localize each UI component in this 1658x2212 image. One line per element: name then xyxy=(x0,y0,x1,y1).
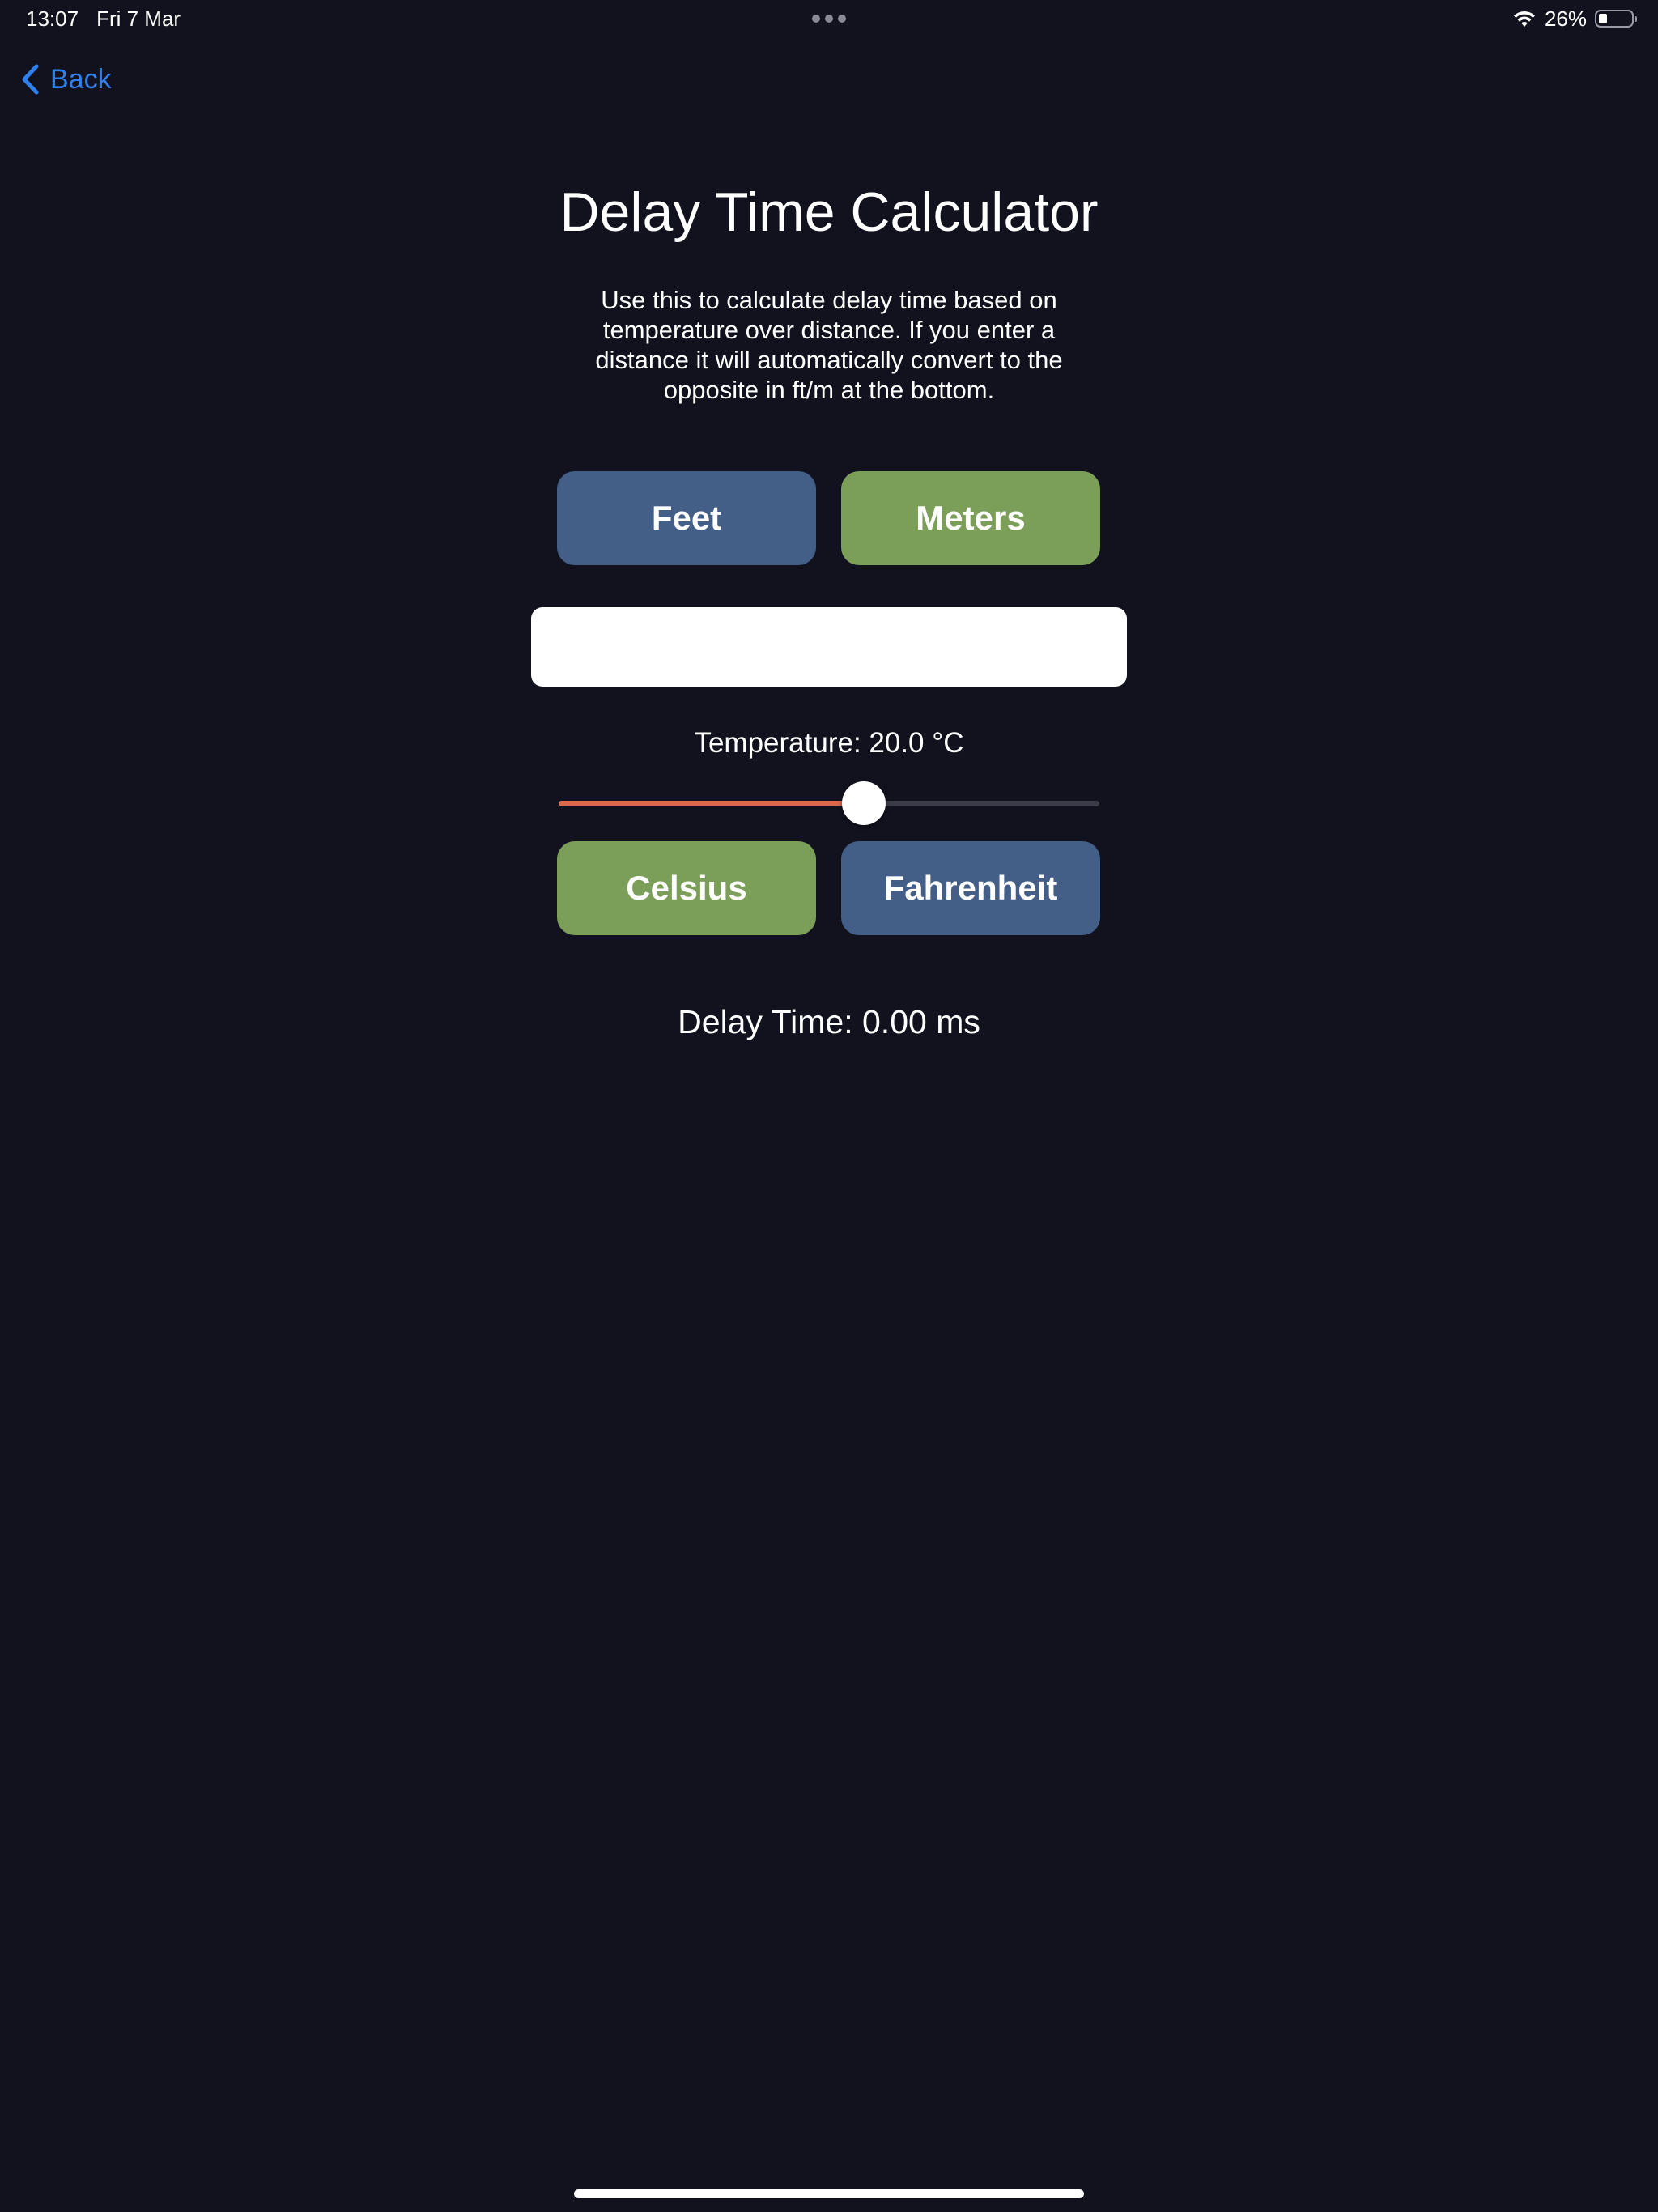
page-title: Delay Time Calculator xyxy=(559,181,1099,243)
delay-time-result: Delay Time: 0.00 ms xyxy=(678,1003,980,1040)
back-button[interactable]: Back xyxy=(19,60,112,99)
dot-icon xyxy=(838,15,846,23)
chevron-left-icon xyxy=(22,64,39,95)
back-label: Back xyxy=(50,64,112,95)
status-indicators: 26% xyxy=(1512,6,1637,31)
slider-fill xyxy=(559,801,865,806)
dot-icon xyxy=(812,15,820,23)
status-date: Fri 7 Mar xyxy=(96,6,181,31)
temperature-label: Temperature: 20.0 °C xyxy=(694,727,964,759)
multitasking-dots-icon[interactable] xyxy=(812,15,846,23)
home-indicator[interactable] xyxy=(574,2189,1084,2198)
wifi-icon xyxy=(1513,11,1535,27)
status-time: 13:07 xyxy=(26,6,79,31)
battery-icon xyxy=(1595,10,1637,28)
celsius-button[interactable]: Celsius xyxy=(557,841,816,935)
status-clock: 13:07 Fri 7 Mar xyxy=(26,6,181,31)
fahrenheit-button[interactable]: Fahrenheit xyxy=(841,841,1100,935)
battery-level xyxy=(1599,14,1607,23)
feet-button[interactable]: Feet xyxy=(557,471,816,565)
battery-nub xyxy=(1635,16,1637,22)
description-text: Use this to calculate delay time based o… xyxy=(595,286,1063,404)
screen: 13:07 Fri 7 Mar 26% Back Delay Time Calcu… xyxy=(0,0,1658,2212)
temperature-slider[interactable] xyxy=(559,779,1099,827)
battery-percent: 26% xyxy=(1544,6,1587,31)
dot-icon xyxy=(825,15,833,23)
slider-thumb[interactable] xyxy=(842,781,886,825)
meters-button[interactable]: Meters xyxy=(841,471,1100,565)
distance-input[interactable] xyxy=(531,607,1127,687)
